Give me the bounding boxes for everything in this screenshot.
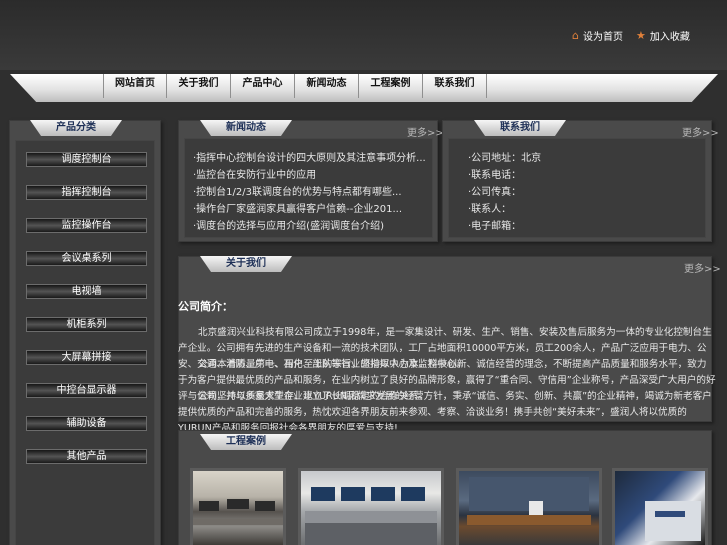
set-home-link[interactable]: ⌂ 设为首页	[572, 28, 623, 43]
news-item[interactable]: ·调度台的选择与应用介绍(盛润调度台介绍)	[193, 220, 429, 234]
case-photo-control-room-2[interactable]	[298, 468, 444, 545]
sidebar-item-monitor-console[interactable]: 监控操作台	[26, 218, 147, 233]
contact-item: ·联系人：	[468, 204, 512, 215]
news-item[interactable]: ·操作台厂家盛润家具赢得客户信赖--企业201...	[193, 203, 429, 217]
contact-item: ·电子邮箱：	[468, 221, 522, 232]
nav-item-contact[interactable]: 联系我们	[423, 74, 487, 98]
about-heading: 公司简介：	[178, 300, 233, 313]
sidebar-item-other[interactable]: 其他产品	[26, 449, 147, 464]
contact-item: ·公司地址：北京	[468, 153, 542, 164]
case-photo-graphic	[193, 499, 283, 525]
about-more-link[interactable]: 更多>>	[684, 260, 721, 275]
add-favorite-label: 加入收藏	[649, 31, 690, 43]
add-favorite-link[interactable]: ★ 加入收藏	[636, 28, 690, 43]
sidebar-item-dispatch-console[interactable]: 调度控制台	[26, 152, 147, 167]
sidebar-item-tv-wall[interactable]: 电视墙	[26, 284, 147, 299]
case-photo-graphic	[645, 501, 701, 541]
home-icon: ⌂	[572, 28, 579, 42]
sidebar-title: 产品分类	[30, 120, 122, 136]
about-title: 关于我们	[200, 256, 292, 272]
sidebar-item-cabinet[interactable]: 机柜系列	[26, 317, 147, 332]
sidebar-item-meeting-table[interactable]: 会议桌系列	[26, 251, 147, 266]
set-home-label: 设为首页	[582, 31, 623, 43]
case-photo-control-room-3[interactable]	[456, 468, 602, 545]
case-photo-graphic	[467, 477, 591, 525]
sidebar-inner	[15, 140, 155, 545]
news-item[interactable]: ·指挥中心控制台设计的四大原则及其注意事项分析...	[193, 152, 429, 166]
star-icon: ★	[636, 28, 646, 42]
news-item[interactable]: ·控制台1/2/3联调度台的优势与特点都有哪些...	[193, 186, 429, 200]
sidebar-item-auxiliary[interactable]: 辅助设备	[26, 416, 147, 431]
news-item[interactable]: ·监控台在安防行业中的应用	[193, 169, 429, 183]
case-photo-reception-desk[interactable]	[612, 468, 708, 545]
nav-item-cases[interactable]: 工程案例	[359, 74, 423, 98]
contact-item: ·联系电话：	[468, 170, 522, 181]
contact-title: 联系我们	[474, 120, 566, 136]
cases-title: 工程案例	[200, 434, 292, 450]
news-more-link[interactable]: 更多>>	[407, 124, 444, 139]
sidebar-item-command-console[interactable]: 指挥控制台	[26, 185, 147, 200]
contact-item: ·公司传真：	[468, 187, 522, 198]
contact-more-link[interactable]: 更多>>	[682, 124, 719, 139]
nav-item-about[interactable]: 关于我们	[167, 74, 231, 98]
case-photo-graphic	[305, 487, 437, 545]
nav-item-news[interactable]: 新闻动态	[295, 74, 359, 98]
sidebar-item-monitor-display[interactable]: 中控台显示器	[26, 383, 147, 398]
sidebar-item-video-wall[interactable]: 大屏幕拼接	[26, 350, 147, 365]
news-title: 新闻动态	[200, 120, 292, 136]
nav-item-products[interactable]: 产品中心	[231, 74, 295, 98]
case-photo-control-room-1[interactable]	[190, 468, 286, 545]
nav-item-home[interactable]: 网站首页	[103, 74, 167, 98]
